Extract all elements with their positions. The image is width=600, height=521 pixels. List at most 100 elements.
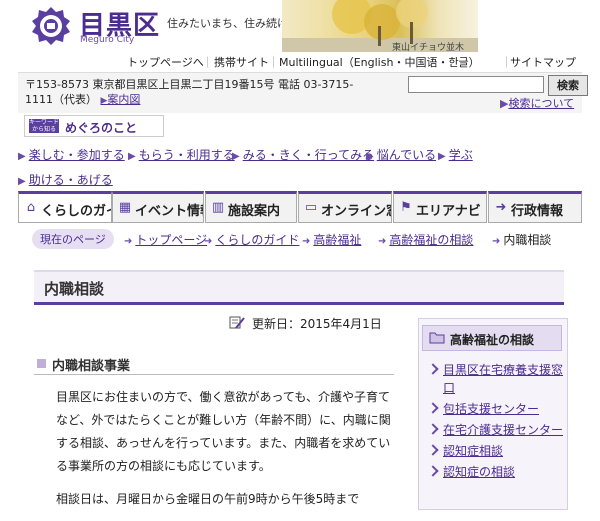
breadcrumb-item[interactable]: ➜ くらしのガイド (204, 231, 299, 248)
side-panel-header: 高齢福祉の相談 (422, 325, 562, 351)
map-link[interactable]: ▶案内図 (101, 93, 141, 106)
side-panel: 高齢福祉の相談 目黒区在宅療養支援窓口 包括支援センター 在宅介護支援センター … (418, 318, 568, 510)
side-panel-link[interactable]: 包括支援センター (443, 402, 539, 416)
breadcrumb-link[interactable]: くらしのガイド (215, 233, 299, 247)
breadcrumb-link[interactable]: 高齢福祉 (313, 233, 361, 247)
keyword-link-label[interactable]: もらう・利用する (139, 148, 235, 162)
breadcrumb-link[interactable]: 高齢福祉の相談 (389, 233, 473, 247)
keyword-box[interactable]: キーワードから知る めぐろのこと (24, 115, 164, 137)
search-help-label[interactable]: 検索について (508, 97, 574, 110)
utility-nav: トップページへ ｜ 携帯サイト ｜ Multilingual（English・中… (0, 52, 600, 70)
side-panel-link[interactable]: 目黒区在宅療養支援窓口 (443, 363, 563, 395)
keyword-link-label[interactable]: みる・きく・行ってみる (243, 148, 374, 162)
breadcrumb-link[interactable]: トップページ (135, 233, 207, 247)
keyword-link[interactable]: ▶ みる・きく・行ってみる (232, 146, 374, 163)
search-button[interactable]: 検索 (548, 75, 588, 96)
side-panel-item[interactable]: 包括支援センター (427, 400, 563, 418)
side-panel-item[interactable]: 目黒区在宅療養支援窓口 (427, 361, 563, 397)
keyword-link[interactable]: ▶ 学ぶ (438, 146, 473, 163)
side-panel-item[interactable]: 認知症の相談 (427, 463, 563, 481)
updated-date-text: 更新日：2015年4月1日 (252, 317, 382, 331)
breadcrumb-current-label: 内職相談 (503, 233, 552, 247)
office-address: 〒153-8573 東京都目黒区上目黒二丁目19番15号 電話 03-3715-… (25, 77, 370, 109)
tab-living-guide[interactable]: ⌂ くらしのガイ (18, 191, 112, 223)
keyword-links: ▶ 楽しむ・参加する ▶ もらう・利用する ▶ みる・きく・行ってみる ▶ 悩んでいる … (18, 146, 582, 190)
keyword-badge: キーワードから知る (29, 119, 60, 133)
keyword-link[interactable]: ▶ 助ける・あげる (18, 171, 113, 188)
tab-events[interactable]: ▦ イベント情報 (112, 191, 204, 223)
arrow-right-icon: ➜ (492, 236, 501, 247)
search-help-link[interactable]: ▶検索について (500, 95, 574, 111)
sitemap-link[interactable]: サイトマップ (510, 54, 576, 70)
page-title-box: 内職相談 (34, 270, 564, 305)
body-text: 目黒区にお住まいの方で、働く意欲があっても、介護や子育てなど、外ではたらくことが… (56, 386, 396, 521)
building-icon: ▥ (211, 200, 225, 215)
keyword-link-label[interactable]: 助ける・あげる (29, 173, 113, 187)
mobile-site-link[interactable]: 携帯サイト (214, 54, 269, 70)
keyword-label[interactable]: めぐろのこと (65, 119, 137, 136)
signpost-icon: ⚑ (400, 200, 412, 215)
tab-label: 施設案内 (228, 204, 281, 219)
arrow-right-icon: ➜ (204, 236, 213, 247)
keyword-link-label[interactable]: 楽しむ・参加する (29, 148, 125, 162)
paragraph: 目黒区にお住まいの方で、働く意欲があっても、介護や子育てなど、外ではたらくことが… (56, 390, 391, 473)
arrow-right-icon: ▶ (232, 151, 240, 162)
updated-date: 更新日：2015年4月1日 (230, 315, 382, 332)
side-panel-link[interactable]: 認知症相談 (443, 444, 503, 458)
side-panel-title: 高齢福祉の相談 (450, 333, 535, 347)
chevron-right-icon (427, 423, 439, 435)
side-panel-item[interactable]: 認知症相談 (427, 442, 563, 460)
tab-label: くらしのガイ (41, 204, 112, 219)
arrow-right-icon: ➜ (124, 236, 133, 247)
multilingual-link[interactable]: Multilingual（English・中国语・한글） (279, 54, 480, 70)
side-panel-link[interactable]: 在宅介護支援センター (443, 423, 563, 437)
tab-label: オンライン窓 (321, 204, 392, 219)
tab-admin-info[interactable]: ➜ 行政情報 (488, 191, 582, 223)
breadcrumb-current: ➜ 内職相談 (492, 231, 551, 248)
breadcrumb-label: 現在のページ (32, 229, 114, 249)
arrow-right-icon: ➜ (378, 236, 387, 247)
section-title: 内職相談事業 (52, 359, 131, 374)
folder-icon (429, 332, 445, 344)
calendar-icon: ▦ (118, 200, 132, 215)
meguro-logo-icon[interactable] (31, 6, 71, 46)
site-name-en: Meguro City (80, 35, 135, 45)
arrow-right-icon: ➜ (302, 236, 311, 247)
monitor-icon: ▭ (304, 200, 318, 215)
arrow-right-icon: ▶ (438, 151, 446, 162)
keyword-link[interactable]: ▶ 悩んでいる (366, 146, 436, 163)
square-bullet-icon (37, 359, 46, 368)
side-panel-link[interactable]: 認知症の相談 (443, 465, 515, 479)
keyword-link-label[interactable]: 悩んでいる (377, 148, 436, 162)
page-title: 内職相談 (44, 280, 105, 298)
keyword-link-label[interactable]: 学ぶ (449, 148, 473, 162)
side-panel-list: 目黒区在宅療養支援窓口 包括支援センター 在宅介護支援センター 認知症相談 認知… (427, 361, 563, 484)
keyword-link[interactable]: ▶ もらう・利用する (128, 146, 235, 163)
main-nav: ⌂ くらしのガイ ▦ イベント情報 ▥ 施設案内 ▭ オンライン窓 ⚑ エリアナ… (18, 191, 582, 223)
side-panel-item[interactable]: 在宅介護支援センター (427, 421, 563, 439)
section-heading: 内職相談事業 (34, 352, 394, 375)
breadcrumb-item[interactable]: ➜ 高齢福祉 (302, 231, 361, 248)
house-icon: ⌂ (26, 200, 36, 215)
tab-label: イベント情報 (135, 204, 203, 219)
arrow-right-icon: ▶ (366, 151, 374, 162)
address-search-bar: 〒153-8573 東京都目黒区上目黒二丁目19番15号 電話 03-3715-… (18, 72, 588, 113)
chevron-right-icon (427, 402, 439, 414)
arrow-right-icon: ▶ (128, 151, 136, 162)
nav-separator: ｜ (202, 56, 213, 69)
map-link-label[interactable]: 案内図 (107, 93, 140, 106)
chevron-right-icon (427, 465, 439, 477)
tab-online-window[interactable]: ▭ オンライン窓 (298, 191, 392, 223)
tab-label: 行政情報 (511, 204, 564, 219)
chevron-right-icon (427, 444, 439, 456)
top-page-link[interactable]: トップページへ (127, 54, 204, 70)
tab-area-navi[interactable]: ⚑ エリアナビ (393, 191, 487, 223)
keyword-link[interactable]: ▶ 楽しむ・参加する (18, 146, 125, 163)
arrow-right-icon: ▶ (18, 151, 26, 162)
arrow-right-icon: ▶ (18, 176, 26, 187)
tab-label: エリアナビ (416, 204, 481, 219)
tab-facilities[interactable]: ▥ 施設案内 (205, 191, 297, 223)
breadcrumb-item[interactable]: ➜ トップページ (124, 231, 207, 248)
search-input[interactable] (408, 76, 544, 93)
breadcrumb-item[interactable]: ➜ 高齢福祉の相談 (378, 231, 473, 248)
